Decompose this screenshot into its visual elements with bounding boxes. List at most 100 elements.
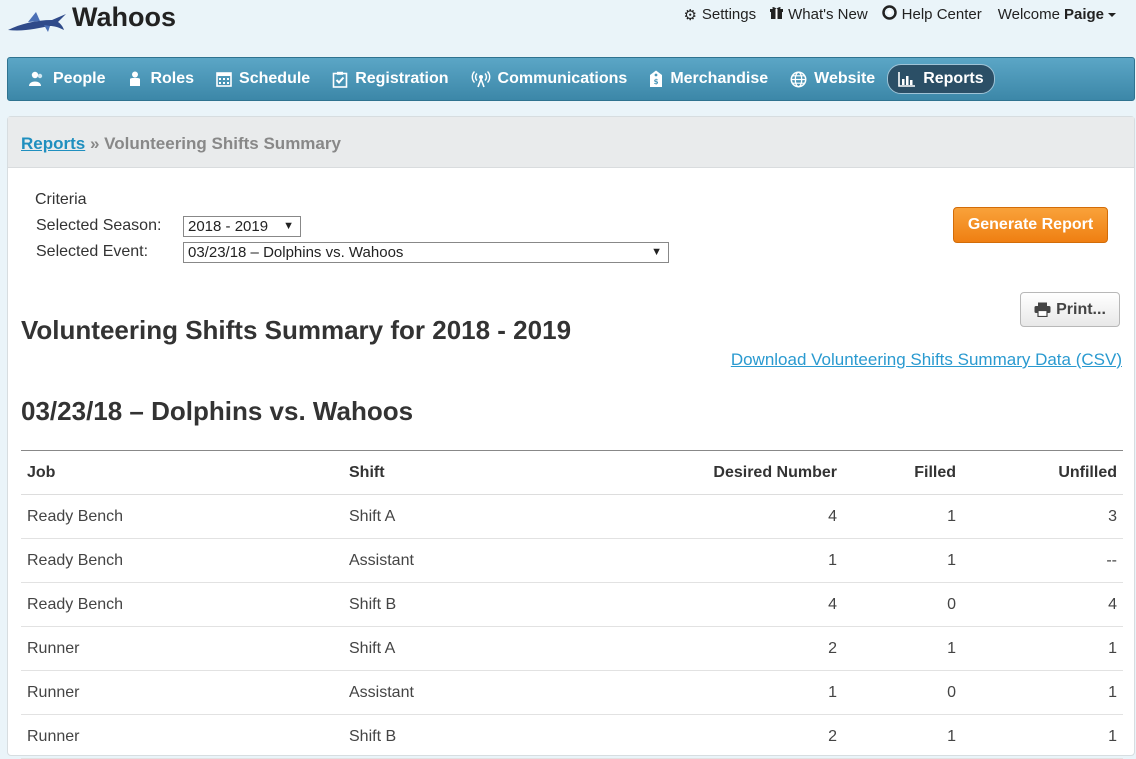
gear-icon: ⚙ — [683, 6, 697, 24]
table-row: Runner Assistant 1 0 1 — [21, 670, 1123, 715]
main-nav: People Roles Schedule Registration Commu… — [7, 57, 1135, 101]
cell-shift: Assistant — [343, 538, 643, 583]
col-shift: Shift — [343, 450, 643, 495]
download-csv-link[interactable]: Download Volunteering Shifts Summary Dat… — [731, 350, 1122, 370]
breadcrumb: Reports » Volunteering Shifts Summary — [8, 117, 1134, 168]
cell-shift: Shift A — [343, 494, 643, 539]
settings-link[interactable]: ⚙ Settings — [683, 6, 756, 24]
cell-job: Runner — [21, 670, 343, 715]
cell-shift: Shift B — [343, 582, 643, 627]
cell-desired: 4 — [643, 494, 843, 539]
cell-unfilled: 4 — [962, 582, 1123, 627]
cell-job: Ready Bench — [21, 538, 343, 583]
lifebuoy-icon — [881, 5, 897, 24]
col-desired-number: Desired Number — [643, 450, 843, 495]
settings-label: Settings — [701, 6, 757, 23]
cell-unfilled: 1 — [962, 626, 1123, 671]
nav-label-website: Website — [814, 70, 876, 87]
criteria-section: Criteria Selected Season: 2018 - 2019 ▼ … — [35, 187, 669, 265]
col-unfilled: Unfilled — [962, 450, 1123, 495]
season-select[interactable]: 2018 - 2019 ▼ — [183, 215, 301, 237]
table-row: Runner Shift A 2 1 1 — [21, 626, 1123, 671]
help-center-label: Help Center — [901, 6, 982, 23]
cell-unfilled: 1 — [962, 670, 1123, 715]
event-label: Selected Event: — [36, 243, 149, 260]
cell-job: Runner — [21, 626, 343, 671]
cell-unfilled: 3 — [962, 494, 1123, 539]
table-header-row: Job Shift Desired Number Filled Unfilled — [21, 450, 1123, 495]
cell-desired: 1 — [643, 670, 843, 715]
tag-icon: $ — [650, 70, 663, 87]
cell-filled: 1 — [843, 626, 962, 671]
help-center-link[interactable]: Help Center — [881, 5, 982, 24]
top-links: ⚙ Settings What's New Help Center Welcom… — [669, 5, 1116, 24]
user-name: Paige — [1063, 6, 1104, 23]
nav-label-communications: Communications — [497, 70, 628, 87]
table-row: Ready Bench Shift B 4 0 4 — [21, 582, 1123, 627]
print-button[interactable]: Print... — [1020, 292, 1120, 327]
gift-icon — [770, 6, 784, 23]
caret-down-icon — [1108, 12, 1116, 17]
nav-item-merchandise[interactable]: $ Merchandise — [639, 65, 778, 93]
dropdown-arrow-icon: ▼ — [283, 220, 294, 232]
nav-item-reports[interactable]: Reports — [887, 64, 995, 94]
nav-label-reports: Reports — [923, 70, 984, 87]
cell-desired: 2 — [643, 626, 843, 671]
table-row: Ready Bench Assistant 1 1 -- — [21, 538, 1123, 583]
breadcrumb-current: Volunteering Shifts Summary — [104, 134, 341, 153]
report-title: Volunteering Shifts Summary for 2018 - 2… — [21, 315, 572, 345]
nav-item-communications[interactable]: Communications — [461, 65, 638, 93]
col-job: Job — [21, 450, 343, 495]
season-label: Selected Season: — [36, 217, 162, 234]
calendar-icon — [216, 72, 232, 87]
cell-shift: Assistant — [343, 670, 643, 715]
nav-item-registration[interactable]: Registration — [322, 65, 458, 93]
clipboard-check-icon — [332, 71, 348, 88]
generate-report-button[interactable]: Generate Report — [953, 207, 1108, 243]
whats-new-link[interactable]: What's New — [770, 6, 868, 23]
event-title: 03/23/18 – Dolphins vs. Wahoos — [21, 396, 414, 426]
nav-label-roles: Roles — [150, 70, 195, 87]
cell-desired: 4 — [643, 582, 843, 627]
marlin-logo-icon — [8, 12, 66, 32]
season-value: 2018 - 2019 — [188, 217, 269, 235]
nav-label-registration: Registration — [355, 70, 449, 87]
nav-label-schedule: Schedule — [239, 70, 311, 87]
globe-icon — [790, 71, 807, 87]
nav-item-schedule[interactable]: Schedule — [206, 65, 320, 93]
cell-job: Ready Bench — [21, 494, 343, 539]
event-value: 03/23/18 – Dolphins vs. Wahoos — [188, 243, 404, 261]
cell-desired: 1 — [643, 538, 843, 583]
table-row: Ready Bench Shift A 4 1 3 — [21, 494, 1123, 539]
nav-item-people[interactable]: People — [18, 65, 115, 93]
cell-filled: 0 — [843, 670, 962, 715]
broadcast-icon — [471, 70, 490, 87]
nav-item-roles[interactable]: Roles — [117, 65, 204, 93]
whats-new-label: What's New — [788, 6, 868, 23]
print-label: Print... — [1056, 300, 1106, 318]
dropdown-arrow-icon: ▼ — [651, 246, 662, 258]
user-menu[interactable]: Welcome Paige — [998, 6, 1116, 23]
cell-unfilled: -- — [962, 538, 1123, 583]
breadcrumb-separator: » — [89, 134, 100, 153]
svg-text:$: $ — [654, 78, 659, 86]
nav-item-website[interactable]: Website — [780, 65, 885, 93]
report-panel: Reports » Volunteering Shifts Summary Cr… — [7, 116, 1135, 759]
nav-label-merchandise: Merchandise — [670, 70, 769, 87]
cell-shift: Shift A — [343, 626, 643, 671]
event-select[interactable]: 03/23/18 – Dolphins vs. Wahoos ▼ — [183, 241, 669, 263]
cell-filled: 1 — [843, 538, 962, 583]
app-title: Wahoos — [72, 2, 176, 32]
breadcrumb-reports-link[interactable]: Reports — [21, 134, 85, 153]
cell-filled: 1 — [843, 494, 962, 539]
bar-chart-icon — [898, 71, 916, 87]
cell-job: Ready Bench — [21, 582, 343, 627]
roles-icon — [130, 71, 141, 86]
top-bar: Wahoos ⚙ Settings What's New Help Center… — [0, 0, 1136, 50]
col-filled: Filled — [843, 450, 962, 495]
welcome-prefix: Welcome — [997, 6, 1060, 23]
shifts-table: Job Shift Desired Number Filled Unfilled… — [21, 450, 1123, 759]
criteria-heading: Criteria — [35, 191, 87, 208]
cell-filled: 0 — [843, 582, 962, 627]
people-icon — [29, 71, 43, 86]
